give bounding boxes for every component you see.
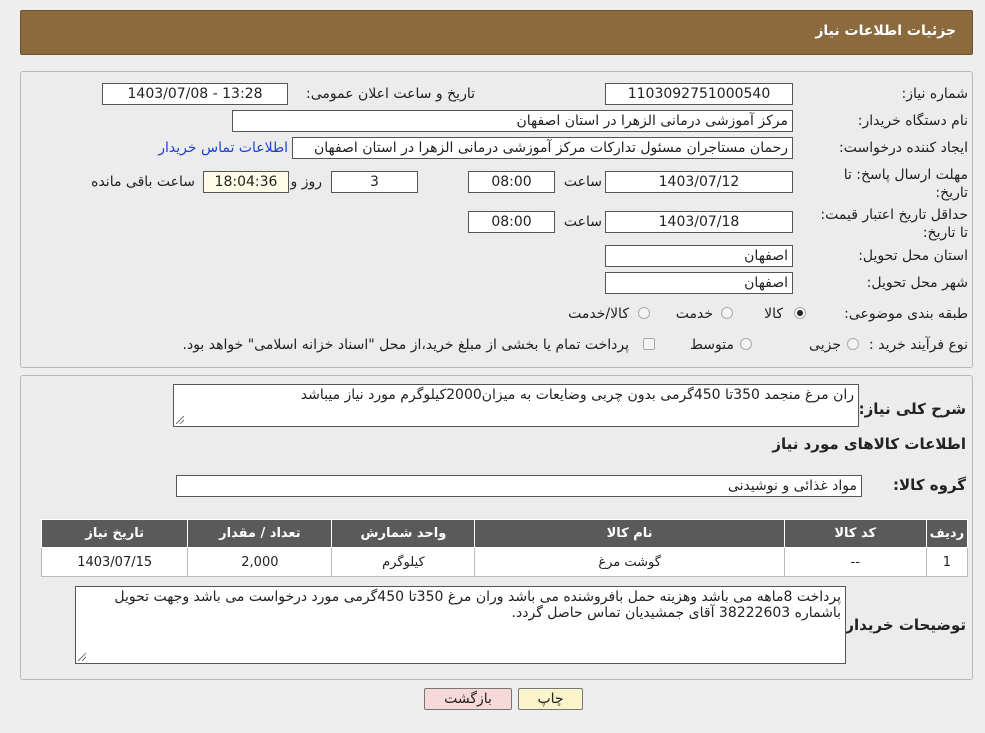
requester-label: ایجاد کننده درخواست:: [839, 140, 968, 156]
cell-row: 1: [925, 547, 969, 577]
price-validity-label: حداقل تاریخ اعتبار قیمت: تا تاریخ:: [820, 207, 968, 241]
validity-date-field: 1403/07/18: [605, 211, 793, 233]
requester-field: رحمان مستاجران مسئول تداركات مرکز آموزشی…: [292, 137, 793, 159]
category-service-radio[interactable]: [721, 307, 733, 319]
goods-table-header: ردیف کد کالا نام کالا واحد شمارش تعداد /…: [40, 519, 969, 548]
buyer-notes-textarea[interactable]: پرداخت 8ماهه می باشد وهزینه حمل بافروشند…: [75, 586, 846, 664]
need-number-field: 1103092751000540: [605, 83, 793, 105]
col-date: تاریخ نیاز: [40, 519, 189, 548]
city-field: اصفهان: [605, 272, 793, 294]
buyer-org-label: نام دستگاه خریدار:: [857, 113, 968, 129]
col-qty: تعداد / مقدار: [187, 519, 333, 548]
table-row: 1 -- گوشت مرغ کیلوگرم 2,000 1403/07/15: [40, 547, 969, 577]
category-goods-radio[interactable]: [794, 307, 806, 319]
validity-time-label: ساعت: [563, 214, 602, 230]
cell-unit: کیلوگرم: [331, 547, 476, 577]
remaining-time-field: 18:04:36: [203, 171, 289, 193]
goods-group-field: مواد غذائی و نوشیدنی: [176, 475, 862, 497]
category-service-label: خدمت: [675, 306, 713, 322]
category-goods-service-label: کالا/خدمت: [568, 306, 629, 322]
deadline-date-field: 1403/07/12: [605, 171, 793, 193]
back-button[interactable]: بازگشت: [424, 688, 512, 710]
purchase-minor-radio[interactable]: [847, 338, 859, 350]
page-header: جزئیات اطلاعات نیاز: [20, 10, 973, 55]
description-label: شرح کلی نیاز:: [858, 400, 966, 418]
buyer-contact-link[interactable]: اطلاعات تماس خریدار: [158, 140, 288, 156]
col-code: کد کالا: [783, 519, 927, 548]
announce-datetime-field: 1403/07/08 - 13:28: [102, 83, 288, 105]
page-title: جزئیات اطلاعات نیاز: [815, 23, 956, 39]
remaining-label: ساعت باقی مانده: [91, 174, 195, 190]
deadline-time-field: 08:00: [468, 171, 555, 193]
purchase-medium-radio[interactable]: [740, 338, 752, 350]
buyer-notes-text: پرداخت 8ماهه می باشد وهزینه حمل بافروشند…: [114, 589, 841, 621]
print-button[interactable]: چاپ: [518, 688, 583, 710]
col-row: ردیف: [925, 519, 969, 548]
goods-table: ردیف کد کالا نام کالا واحد شمارش تعداد /…: [40, 519, 969, 577]
col-unit: واحد شمارش: [331, 519, 476, 548]
category-goods-service-radio[interactable]: [638, 307, 650, 319]
category-goods-label: کالا: [764, 306, 783, 322]
description-textarea[interactable]: ران مرغ منجمد 350تا 450گرمی بدون چربی وض…: [173, 384, 859, 427]
deadline-label: مهلت ارسال پاسخ: تا تاریخ:: [843, 167, 968, 201]
purchase-type-label: نوع فرآیند خرید :: [869, 337, 968, 353]
goods-group-label: گروه کالا:: [893, 476, 966, 494]
province-field: اصفهان: [605, 245, 793, 267]
buyer-org-field: مرکز آموزشی درمانی الزهرا در استان اصفها…: [232, 110, 793, 132]
validity-time-field: 08:00: [468, 211, 555, 233]
purchase-minor-label: جزیی: [809, 337, 841, 353]
resize-grip-icon[interactable]: [78, 653, 86, 661]
cell-name: گوشت مرغ: [474, 547, 785, 577]
cell-code: --: [783, 547, 927, 577]
goods-info-heading: اطلاعات کالاهای مورد نیاز: [772, 435, 966, 453]
col-name: نام کالا: [474, 519, 785, 548]
cell-date: 1403/07/15: [40, 547, 189, 577]
announce-datetime-label: تاریخ و ساعت اعلان عمومی:: [306, 86, 475, 102]
treasury-note: پرداخت تمام یا بخشی از مبلغ خرید،از محل …: [182, 337, 629, 353]
deadline-time-label: ساعت: [563, 174, 602, 190]
need-number-label: شماره نیاز:: [901, 86, 969, 102]
category-label: طبقه بندی موضوعی:: [844, 306, 968, 322]
remaining-days-field: 3: [331, 171, 418, 193]
purchase-medium-label: متوسط: [690, 337, 734, 353]
treasury-payment-checkbox[interactable]: [643, 338, 655, 350]
buyer-notes-label: توضیحات خریدار:: [839, 616, 966, 634]
days-and-label: روز و: [290, 174, 323, 190]
cell-qty: 2,000: [187, 547, 333, 577]
city-label: شهر محل تحویل:: [866, 275, 968, 291]
goods-table-wrapper: ردیف کد کالا نام کالا واحد شمارش تعداد /…: [40, 519, 969, 577]
description-text: ران مرغ منجمد 350تا 450گرمی بدون چربی وض…: [300, 387, 854, 403]
resize-grip-icon[interactable]: [176, 416, 184, 424]
province-label: استان محل تحویل:: [858, 248, 968, 264]
